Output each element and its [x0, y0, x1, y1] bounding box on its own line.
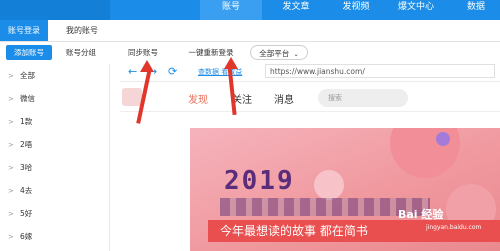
chevron-right-icon: > — [8, 210, 14, 218]
tab-bar: 账号登录 我的账号 — [0, 20, 500, 42]
embedded-browser: ← → ⟳ 查数据 看收益 https://www.jianshu.com/ 发… — [120, 62, 500, 251]
chevron-right-icon: > — [8, 72, 14, 80]
group-item[interactable]: >4去 — [0, 181, 110, 201]
app-logo — [0, 0, 110, 20]
account-group-list: > 全部 > 微信 >1款 >2唔 >3哈 >4去 >5好 >6嫁 — [0, 64, 110, 251]
group-item[interactable]: > 全部 — [0, 66, 110, 86]
group-item[interactable]: > 微信 — [0, 89, 110, 109]
platform-select-value: 全部平台 — [259, 49, 290, 58]
nav-item-viral-center[interactable]: 爆文中心 — [385, 0, 447, 20]
banner-slogan: 今年最想读的故事 都在简书 — [220, 224, 368, 238]
group-item[interactable]: >2唔 — [0, 135, 110, 155]
url-field[interactable]: https://www.jianshu.com/ — [265, 64, 495, 78]
watermark-url: jingyan.baidu.com — [426, 224, 482, 231]
annotation-arrowhead — [224, 57, 238, 69]
decor-bubble — [314, 170, 344, 200]
top-navigation: 账号 发文章 发视频 爆文中心 数据 — [0, 0, 500, 20]
tab-my-account[interactable]: 我的账号 — [58, 20, 106, 41]
watermark-logo: Bai 经验 — [398, 208, 444, 221]
tab-messages[interactable]: 消息 — [274, 91, 294, 106]
group-item[interactable]: >3哈 — [0, 158, 110, 178]
jianshu-search-input[interactable]: 搜索 — [318, 89, 408, 107]
back-arrow-icon[interactable]: ← — [128, 65, 137, 78]
nav-item-publish-video[interactable]: 发视频 — [325, 0, 387, 20]
chevron-right-icon: > — [8, 95, 14, 103]
refresh-icon[interactable]: ⟳ — [168, 65, 177, 78]
chevron-down-icon: ⌄ — [293, 51, 299, 58]
chevron-right-icon: > — [8, 233, 14, 241]
chevron-right-icon: > — [8, 141, 14, 149]
group-item[interactable]: >5好 — [0, 204, 110, 224]
jianshu-header: 发现 关注 消息 搜索 — [120, 84, 500, 112]
chevron-right-icon: > — [8, 164, 14, 172]
chevron-right-icon: > — [8, 187, 14, 195]
annotation-arrowhead — [140, 60, 154, 72]
group-item[interactable]: >1款 — [0, 112, 110, 132]
add-account-button[interactable]: 添加账号 — [6, 45, 52, 60]
nav-item-account[interactable]: 账号 — [200, 0, 262, 20]
promo-banner[interactable]: 2019 今年最想读的故事 都在简书 — [190, 128, 500, 251]
banner-year: 2019 — [224, 166, 295, 196]
chevron-right-icon: > — [8, 118, 14, 126]
jianshu-logo[interactable] — [122, 88, 142, 106]
group-item[interactable]: >6嫁 — [0, 227, 110, 247]
tab-discover[interactable]: 发现 — [188, 91, 208, 106]
nav-item-publish-article[interactable]: 发文章 — [265, 0, 327, 20]
browser-address-bar: ← → ⟳ 查数据 看收益 https://www.jianshu.com/ — [120, 62, 500, 82]
account-toolbar: 添加账号 账号分组 同步账号 一键重新登录 全部平台 ⌄ — [0, 43, 500, 61]
sync-account-button[interactable]: 同步账号 — [120, 45, 166, 60]
account-group-button[interactable]: 账号分组 — [58, 45, 104, 60]
nav-item-data[interactable]: 数据 — [445, 0, 500, 20]
tab-account-login[interactable]: 账号登录 — [0, 20, 48, 41]
decor-bubble — [436, 132, 450, 146]
platform-select[interactable]: 全部平台 ⌄ — [250, 45, 308, 60]
